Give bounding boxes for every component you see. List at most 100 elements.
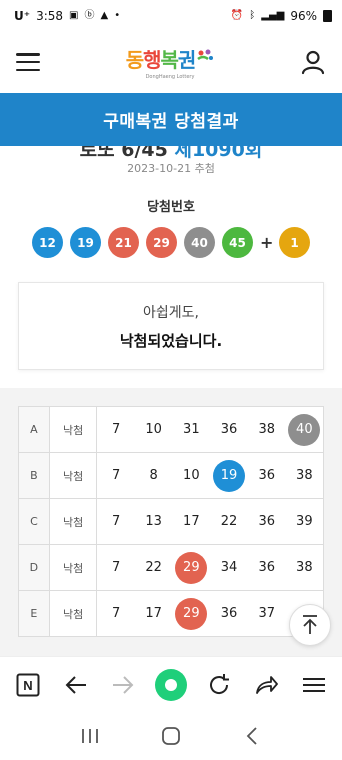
status-right: ⏰ ᛒ ▂▄▆ 96% xyxy=(231,9,332,23)
ticket-number-cell: 7 xyxy=(96,590,135,637)
battery-icon xyxy=(323,10,332,22)
menu-icon xyxy=(303,677,326,692)
arrow-up-to-top-icon xyxy=(303,615,317,634)
naver-n-icon: N xyxy=(16,673,40,696)
ticket-number-cell: 36 xyxy=(247,452,286,499)
ticket-number-cell: 34 xyxy=(210,544,248,591)
ticket-number: 34 xyxy=(220,560,238,575)
ticket-number-cell: 38 xyxy=(247,406,286,453)
game-status: 낙첨 xyxy=(48,498,98,545)
ticket-row: E 낙첨 7 17 29 36 37 xyxy=(18,590,324,637)
game-status: 낙첨 xyxy=(48,452,98,499)
game-label: D xyxy=(18,544,50,591)
result-subtext: 아쉽게도, xyxy=(143,304,199,321)
bonus-ball: 1 xyxy=(279,227,310,258)
ticket-number-cell: 40 xyxy=(285,406,324,453)
ticket-row: B 낙첨 7 8 10 19 36 38 xyxy=(18,452,324,499)
donghaeng-logo[interactable]: 동행복권 DongHaeng Lottery xyxy=(126,44,215,80)
ticket-number: 22 xyxy=(220,514,238,529)
ticket-number: 36 xyxy=(220,422,238,437)
logo-subtitle: DongHaeng Lottery xyxy=(145,74,195,80)
ticket-number: 38 xyxy=(296,468,313,483)
home-icon xyxy=(162,727,180,745)
hamburger-icon[interactable] xyxy=(16,53,40,71)
scroll-top-button[interactable] xyxy=(289,604,331,646)
ticket-number: 7 xyxy=(111,560,121,575)
winning-ball-1: 12 xyxy=(32,227,63,258)
ticket-number: 36 xyxy=(220,606,238,621)
ticket-number-cell: 10 xyxy=(172,452,211,499)
winning-numbers: 12 19 21 29 40 45 + 1 xyxy=(0,227,342,258)
ticket-number-cell: 38 xyxy=(285,544,324,591)
winning-ball-4: 29 xyxy=(146,227,177,258)
naver-n-button[interactable]: N xyxy=(10,667,46,703)
ticket-number-cell: 8 xyxy=(134,452,173,499)
ticket-number: 10 xyxy=(183,468,200,483)
browser-menu-button[interactable] xyxy=(296,667,332,703)
ticket-number-cell: 36 xyxy=(247,544,286,591)
share-icon xyxy=(256,675,279,694)
ticket-number-cell: 19 xyxy=(210,452,248,499)
ticket-number-cell: 31 xyxy=(172,406,211,453)
ticket-number-cell: 7 xyxy=(96,498,135,545)
ticket-number: 39 xyxy=(296,514,313,529)
game-label: E xyxy=(18,590,50,637)
forward-button[interactable] xyxy=(105,667,141,703)
ticket-number: 38 xyxy=(296,560,313,575)
game-label: C xyxy=(18,498,50,545)
ticket-number-cell: 29 xyxy=(172,544,211,591)
battery-percent: 96% xyxy=(290,9,317,23)
page-title: 구매복권 당첨결과 xyxy=(103,112,239,132)
result-message: 낙첨되었습니다. xyxy=(119,331,223,350)
green-home-button[interactable] xyxy=(153,667,189,703)
ticket-number-cell: 22 xyxy=(210,498,248,545)
ticket-number: 7 xyxy=(111,514,121,529)
refresh-button[interactable] xyxy=(201,667,237,703)
ticket-number-cell: 17 xyxy=(172,498,211,545)
ticket-number-cell: 22 xyxy=(134,544,173,591)
ticket-number: 38 xyxy=(258,422,276,437)
user-icon[interactable] xyxy=(300,49,326,75)
ticket-row: D 낙첨 7 22 29 34 36 38 xyxy=(18,544,324,591)
back-button[interactable] xyxy=(58,667,94,703)
recent-apps-button[interactable] xyxy=(70,721,110,751)
system-back-button[interactable] xyxy=(232,721,272,751)
game-label: B xyxy=(18,452,50,499)
lte-signal-icon: ▂▄▆ xyxy=(261,10,285,21)
ticket-table: A 낙첨 7 10 31 36 38 40 B 낙첨 7 8 10 19 36 38 C 낙첨 7 13 17 22 36 3… xyxy=(18,406,324,637)
logo-figure-icon xyxy=(197,49,214,61)
winning-numbers-label: 당첨번호 xyxy=(147,200,195,215)
carrier-label: U⁺ xyxy=(14,9,31,23)
home-button[interactable] xyxy=(151,721,191,751)
ticket-number-cell: 17 xyxy=(134,590,173,637)
ticket-number: 36 xyxy=(258,468,276,483)
logo-mark: 동행복권 xyxy=(126,44,215,73)
ticket-number-cell: 38 xyxy=(285,452,324,499)
ticket-number: 22 xyxy=(145,560,162,575)
green-dot-icon xyxy=(154,668,187,701)
status-left: U⁺ 3:58 ▣ ⓑ ▲ • xyxy=(14,9,120,23)
refresh-icon xyxy=(209,673,229,694)
ticket-number-cell: 13 xyxy=(134,498,173,545)
ticket-number-cell: 10 xyxy=(134,406,173,453)
ticket-number: 7 xyxy=(111,606,121,621)
ticket-number: 8 xyxy=(149,468,158,483)
ticket-number-cell: 7 xyxy=(96,544,135,591)
plus-sign: + xyxy=(260,233,274,252)
share-button[interactable] xyxy=(248,667,284,703)
game-label: A xyxy=(18,406,50,453)
back-arrow-icon xyxy=(65,675,86,694)
alarm-icon: ⏰ xyxy=(230,10,244,21)
ticket-number: 36 xyxy=(258,560,276,575)
ticket-number: 31 xyxy=(183,422,200,437)
clock: 3:58 xyxy=(36,9,64,23)
system-nav-bar xyxy=(0,712,342,760)
draw-date: 2023-10-21 추첨 xyxy=(127,162,215,175)
ticket-number: 13 xyxy=(145,514,162,529)
b-app-icon: ⓑ xyxy=(84,10,95,21)
browser-toolbar: N xyxy=(0,656,342,712)
game-status: 낙첨 xyxy=(48,544,98,591)
ticket-row: A 낙첨 7 10 31 36 38 40 xyxy=(18,406,324,453)
winning-ball-6: 45 xyxy=(222,227,253,258)
winning-ball-3: 21 xyxy=(108,227,139,258)
